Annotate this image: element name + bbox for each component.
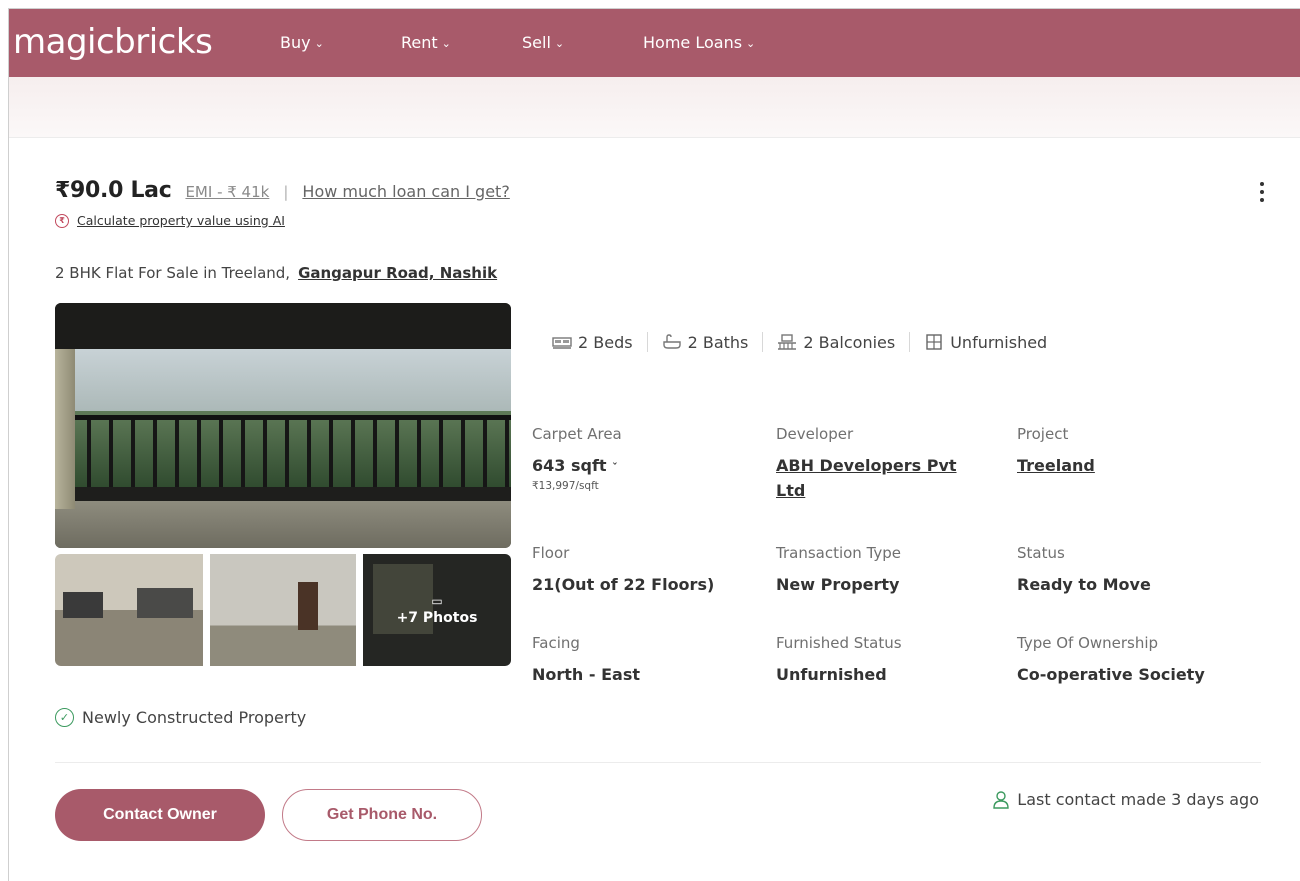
- person-icon: [993, 790, 1009, 809]
- divider: [55, 762, 1261, 763]
- detail-facing: Facing North - East: [532, 634, 762, 687]
- get-phone-button[interactable]: Get Phone No.: [282, 789, 482, 841]
- nav-buy-label: Buy: [280, 33, 311, 52]
- chevron-down-icon: ⌄: [314, 37, 324, 50]
- nav-sell-label: Sell: [522, 33, 551, 52]
- more-photos-label: +7 Photos: [396, 610, 478, 626]
- more-photos-overlay: ▭ +7 Photos: [363, 554, 511, 666]
- detail-furnished-status: Furnished Status Unfurnished: [776, 634, 1006, 687]
- info-caret-icon[interactable]: ˇ: [612, 461, 618, 474]
- detail-value: 21(Out of 22 Floors): [532, 575, 715, 594]
- newly-constructed-badge: ✓ Newly Constructed Property: [55, 708, 306, 727]
- nav-buy[interactable]: Buy ⌄: [280, 33, 324, 52]
- detail-value: Co-operative Society: [1017, 665, 1205, 684]
- nav-home-loans-label: Home Loans: [643, 33, 743, 52]
- nav-rent-label: Rent: [401, 33, 438, 52]
- newly-constructed-label: Newly Constructed Property: [82, 708, 307, 727]
- detail-label: Carpet Area: [532, 425, 622, 443]
- camera-icon: ▭: [431, 594, 443, 608]
- background-strip: [9, 77, 1300, 137]
- last-contact-text: Last contact made 3 days ago: [1017, 790, 1259, 809]
- chevron-down-icon: ⌄: [746, 37, 756, 50]
- more-photos-thumbnail[interactable]: ▭ +7 Photos: [363, 554, 511, 666]
- page-frame: magicbricks Buy ⌄ Rent ⌄ Sell ⌄ Home Loans ⌄…: [8, 8, 1300, 881]
- detail-label: Project: [1017, 425, 1069, 443]
- amenity-beds: 2 Beds: [552, 333, 633, 352]
- ai-valuation-row: ₹ Calculate property value using AI: [55, 213, 285, 228]
- detail-floor: Floor 21(Out of 22 Floors): [532, 544, 762, 597]
- property-listing-card: ₹90.0 Lac EMI - ₹ 41k | How much loan ca…: [9, 137, 1300, 881]
- detail-ownership: Type Of Ownership Co-operative Society: [1017, 634, 1247, 687]
- detail-value: Ready to Move: [1017, 575, 1151, 594]
- amenity-baths-label: 2 Baths: [687, 332, 749, 352]
- developer-link[interactable]: ABH Developers Pvt Ltd: [776, 453, 981, 503]
- detail-project: Project Treeland: [1017, 425, 1247, 478]
- ai-valuation-link[interactable]: Calculate property value using AI: [77, 213, 285, 228]
- price-per-sqft: ₹13,997/sqft: [532, 480, 599, 492]
- nav-sell[interactable]: Sell ⌄: [522, 33, 564, 52]
- bath-icon: [662, 334, 681, 349]
- detail-transaction-type: Transaction Type New Property: [776, 544, 1006, 597]
- more-options-icon[interactable]: [1257, 182, 1267, 208]
- listing-title: 2 BHK Flat For Sale in Treeland, Gangapur…: [55, 264, 497, 282]
- detail-label: Transaction Type: [776, 544, 902, 562]
- nav-rent[interactable]: Rent ⌄: [401, 33, 451, 52]
- detail-value: 643 sqft ˇ: [532, 453, 762, 480]
- detail-label: Status: [1017, 544, 1065, 562]
- balcony-icon: [778, 334, 797, 350]
- amenity-baths: 2 Baths: [662, 332, 749, 352]
- logo[interactable]: magicbricks: [13, 22, 213, 62]
- divider: [909, 332, 911, 352]
- amenity-balconies: 2 Balconies: [777, 333, 895, 352]
- bed-icon: [552, 337, 572, 349]
- amenity-beds-label: 2 Beds: [578, 332, 633, 352]
- detail-carpet-area: Carpet Area 643 sqft ˇ ₹13,997/sqft: [532, 425, 762, 492]
- separator: |: [283, 183, 289, 201]
- chevron-down-icon: ⌄: [441, 37, 451, 50]
- amenity-furnishing-label: Unfurnished: [950, 332, 1048, 352]
- price: ₹90.0 Lac: [55, 178, 172, 203]
- detail-label: Furnished Status: [776, 634, 902, 652]
- photo-thumbnail[interactable]: [210, 554, 356, 666]
- divider: [646, 332, 648, 352]
- detail-label: Type Of Ownership: [1017, 634, 1159, 652]
- nav-home-loans[interactable]: Home Loans ⌄: [643, 33, 755, 52]
- detail-label: Developer: [776, 425, 854, 443]
- emi-link[interactable]: EMI - ₹ 41k: [185, 183, 269, 201]
- furnishing-icon: [926, 334, 942, 350]
- chevron-down-icon: ⌄: [554, 37, 565, 50]
- location-link[interactable]: Gangapur Road, Nashik: [298, 264, 497, 282]
- rupee-icon: ₹: [55, 213, 69, 228]
- top-navigation-bar: magicbricks Buy ⌄ Rent ⌄ Sell ⌄ Home Loans ⌄: [9, 9, 1300, 77]
- divider: [762, 332, 764, 352]
- main-property-photo[interactable]: [55, 303, 511, 548]
- price-row: ₹90.0 Lac EMI - ₹ 41k | How much loan ca…: [55, 178, 510, 203]
- amenities-row: 2 Beds 2 Baths 2 Balconies Unfurnished: [552, 332, 1047, 352]
- detail-developer: Developer ABH Developers Pvt Ltd: [776, 425, 1006, 503]
- detail-value: North - East: [532, 665, 640, 684]
- last-contact-info: Last contact made 3 days ago: [993, 790, 1259, 809]
- loan-eligibility-link[interactable]: How much loan can I get?: [302, 182, 509, 201]
- detail-value: Unfurnished: [776, 665, 887, 684]
- contact-owner-button[interactable]: Contact Owner: [55, 789, 265, 841]
- photo-thumbnail[interactable]: [55, 554, 203, 666]
- carpet-area-value: 643 sqft: [532, 456, 607, 475]
- detail-value: New Property: [776, 575, 900, 594]
- detail-label: Facing: [532, 634, 580, 652]
- detail-label: Floor: [532, 544, 570, 562]
- check-circle-icon: ✓: [55, 708, 74, 727]
- listing-title-text: 2 BHK Flat For Sale in Treeland,: [55, 264, 291, 282]
- project-link[interactable]: Treeland: [1017, 453, 1247, 478]
- amenity-furnishing: Unfurnished: [924, 333, 1047, 352]
- amenity-balconies-label: 2 Balconies: [803, 332, 896, 352]
- detail-status: Status Ready to Move: [1017, 544, 1247, 597]
